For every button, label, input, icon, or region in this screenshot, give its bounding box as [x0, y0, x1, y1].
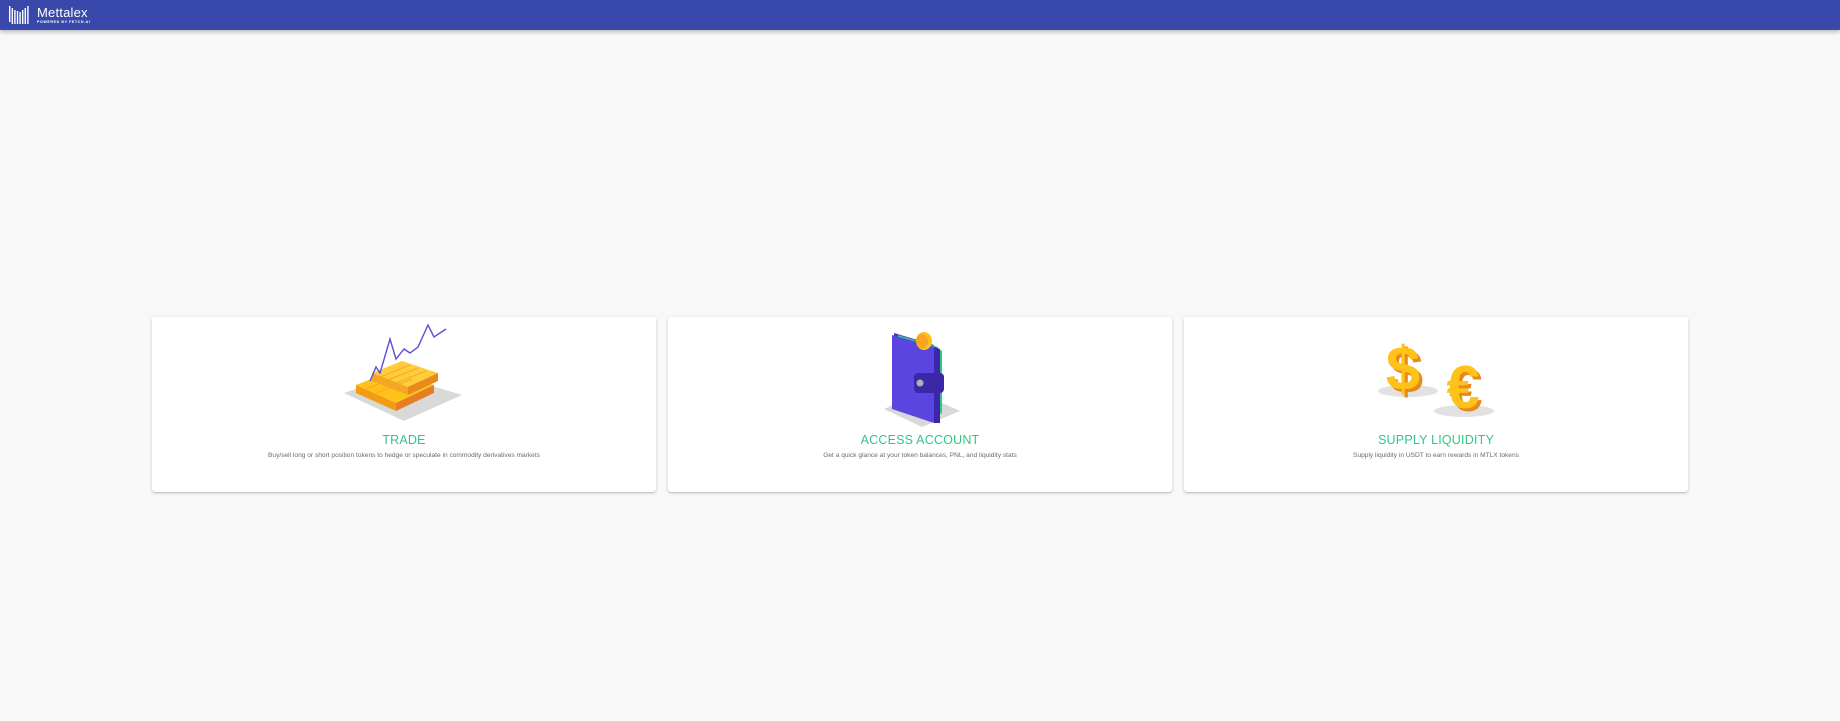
card-title: TRADE [382, 433, 426, 447]
card-title: SUPPLY LIQUIDITY [1378, 433, 1494, 447]
dollar-euro-icon: $ $ € € [1378, 335, 1494, 424]
trade-card[interactable]: TRADE Buy/sell long or short position to… [152, 317, 656, 492]
wallet-icon [884, 332, 960, 427]
app-bar: Mettalex POWERED BY FETCH.AI [0, 0, 1840, 30]
brand-tagline: POWERED BY FETCH.AI [37, 19, 91, 24]
card-description: Buy/sell long or short position tokens t… [268, 452, 540, 459]
access-account-card[interactable]: ACCESS ACCOUNT Get a quick glance at you… [668, 317, 1172, 492]
card-title: ACCESS ACCOUNT [860, 433, 980, 447]
svg-text:$: $ [1386, 335, 1420, 404]
feature-cards: TRADE Buy/sell long or short position to… [152, 317, 1688, 492]
card-description: Supply liquidity in USDT to earn rewards… [1353, 452, 1519, 459]
brand-text: Mettalex POWERED BY FETCH.AI [37, 6, 90, 25]
supply-liquidity-card[interactable]: $ $ € € SUPPLY LIQUIDITY Supply liquidit… [1184, 317, 1688, 492]
barcode-bars-logo-icon [9, 6, 29, 24]
brand-logo-link[interactable]: Mettalex POWERED BY FETCH.AI [9, 0, 90, 30]
gold-bars-chart-icon [344, 323, 462, 421]
card-description: Get a quick glance at your token balance… [823, 452, 1017, 459]
brand-name: Mettalex [37, 4, 88, 20]
svg-text:€: € [1446, 354, 1479, 421]
